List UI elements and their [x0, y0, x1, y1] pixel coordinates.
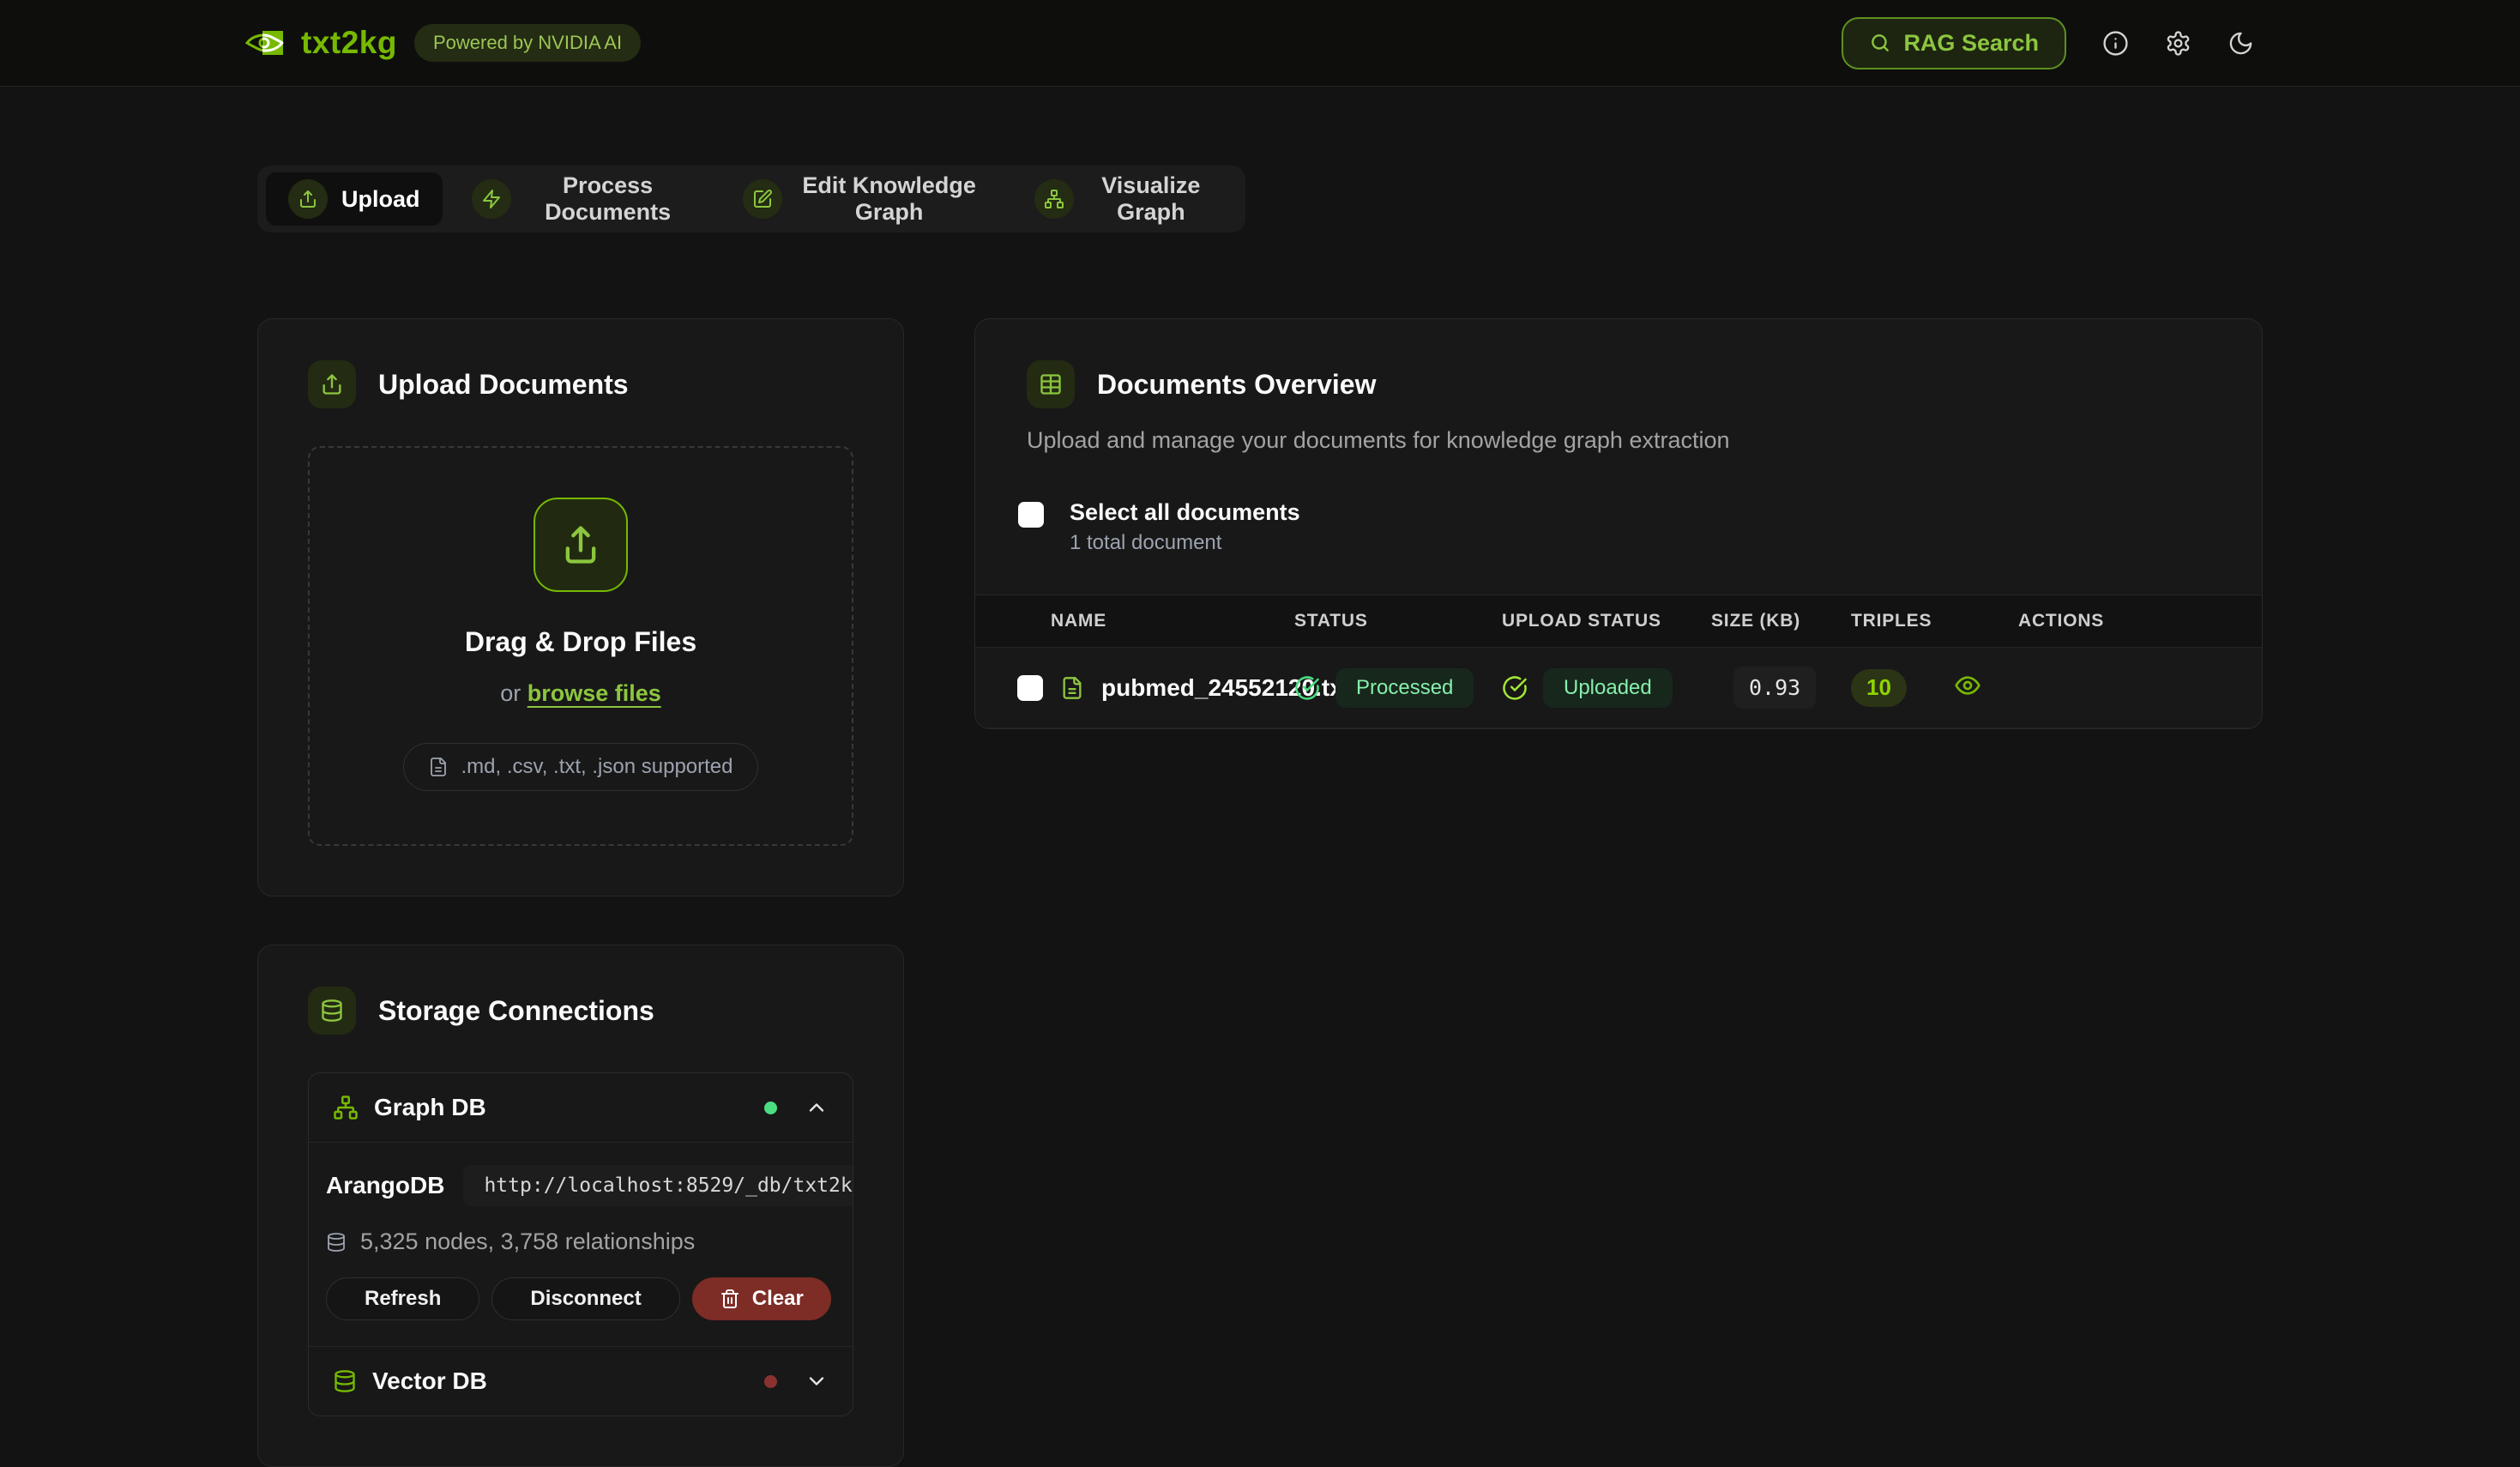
app-title: txt2kg [301, 25, 397, 61]
upload-status-badge: Uploaded [1543, 668, 1673, 708]
chevron-down-icon[interactable] [805, 1369, 829, 1393]
main-tabbar: Upload Process Documents Edit Knowledge … [257, 166, 1245, 232]
tab-upload[interactable]: Upload [266, 172, 443, 226]
check-circle-icon [1502, 675, 1528, 701]
browse-files-link[interactable]: browse files [528, 680, 661, 706]
theme-toggle-button[interactable] [2228, 30, 2254, 57]
row-checkbox[interactable] [1017, 675, 1043, 701]
info-icon [2102, 30, 2129, 57]
upload-icon [288, 179, 328, 219]
check-circle-icon [1294, 675, 1320, 701]
upload-documents-card: Upload Documents Drag & Drop Files or br… [257, 318, 904, 896]
column-size: SIZE (KB) [1711, 611, 1851, 631]
tab-process-documents-label: Process Documents [525, 172, 691, 226]
search-icon [1869, 32, 1891, 54]
column-name: NAME [975, 611, 1294, 631]
triples-count-badge: 10 [1851, 669, 1907, 707]
column-triples: TRIPLES [1851, 611, 1945, 631]
vector-db-section-header[interactable]: Vector DB [309, 1346, 853, 1416]
file-text-icon [1060, 676, 1084, 700]
dropzone-title: Drag & Drop Files [465, 626, 696, 658]
powered-by-badge: Powered by NVIDIA AI [414, 24, 641, 62]
clear-button[interactable]: Clear [692, 1277, 831, 1320]
supported-formats-pill: .md, .csv, .txt, .json supported [403, 743, 757, 791]
column-status: STATUS [1294, 611, 1502, 631]
view-document-button[interactable] [1954, 672, 1981, 699]
network-icon [1034, 179, 1074, 219]
settings-button[interactable] [2165, 30, 2191, 57]
documents-card-subtitle: Upload and manage your documents for kno… [1027, 427, 2210, 454]
upload-card-title: Upload Documents [378, 369, 629, 401]
top-header: txt2kg Powered by NVIDIA AI RAG Search [0, 0, 2520, 87]
size-value: 0.93 [1733, 667, 1816, 709]
database-small-icon [326, 1232, 347, 1253]
moon-icon [2228, 30, 2254, 57]
nvidia-logo-icon [244, 29, 284, 57]
storage-accordion: Graph DB ArangoDB http://localhost:852 [308, 1072, 853, 1416]
vector-db-label: Vector DB [372, 1367, 487, 1395]
eye-icon [1954, 672, 1981, 699]
edit-icon [743, 179, 782, 219]
graph-db-label: Graph DB [374, 1094, 486, 1121]
status-badge: Processed [1335, 668, 1474, 708]
tab-edit-knowledge-graph[interactable]: Edit Knowledge Graph [720, 172, 1005, 226]
disconnect-button[interactable]: Disconnect [491, 1277, 679, 1320]
column-upload-status: UPLOAD STATUS [1502, 611, 1711, 631]
file-text-icon [428, 757, 449, 777]
tab-upload-label: Upload [341, 186, 420, 213]
chevron-up-icon[interactable] [805, 1096, 829, 1120]
clear-button-label: Clear [752, 1287, 804, 1311]
graph-db-details: ArangoDB http://localhost:8529/_db/txt2k… [309, 1142, 853, 1346]
gear-icon [2165, 30, 2191, 57]
documents-card-title: Documents Overview [1097, 369, 1376, 401]
dropzone-upload-icon [534, 498, 628, 592]
total-documents-label: 1 total document [1070, 531, 1300, 555]
vector-db-status-dot [764, 1375, 777, 1388]
dropzone-subtext: or browse files [500, 680, 661, 707]
info-button[interactable] [2102, 30, 2129, 57]
upload-card-icon [308, 360, 356, 408]
supported-formats-text: .md, .csv, .txt, .json supported [461, 755, 732, 779]
column-actions: ACTIONS [1945, 611, 2262, 631]
tab-process-documents[interactable]: Process Documents [449, 172, 714, 226]
tab-visualize-graph[interactable]: Visualize Graph [1012, 172, 1237, 226]
main-content: Upload Documents Drag & Drop Files or br… [257, 318, 2263, 1467]
trash-icon [720, 1289, 740, 1309]
rag-search-label: RAG Search [1903, 30, 2039, 57]
storage-card-title: Storage Connections [378, 995, 654, 1027]
select-all-label: Select all documents [1070, 498, 1300, 526]
table-icon [1027, 360, 1075, 408]
zap-icon [472, 179, 511, 219]
brand: txt2kg Powered by NVIDIA AI [244, 24, 641, 62]
table-row: pubmed_24552120.txt Processed [975, 648, 2262, 728]
graph-db-status-dot [764, 1102, 777, 1114]
documents-overview-card: Documents Overview Upload and manage you… [974, 318, 2263, 729]
file-dropzone[interactable]: Drag & Drop Files or browse files .md, .… [308, 446, 853, 846]
documents-table: NAME STATUS UPLOAD STATUS SIZE (KB) TRIP… [975, 595, 2262, 728]
documents-table-header: NAME STATUS UPLOAD STATUS SIZE (KB) TRIP… [975, 595, 2262, 648]
storage-connections-card: Storage Connections Graph DB [257, 945, 904, 1467]
select-all-checkbox[interactable] [1018, 502, 1044, 528]
tab-visualize-graph-label: Visualize Graph [1088, 172, 1215, 226]
database-icon [308, 987, 356, 1035]
graph-network-icon [333, 1095, 359, 1120]
tab-edit-knowledge-graph-label: Edit Knowledge Graph [796, 172, 983, 226]
graph-db-url: http://localhost:8529/_db/txt2kg [463, 1165, 853, 1206]
vector-database-icon [333, 1369, 357, 1393]
graph-db-section-header[interactable]: Graph DB [309, 1073, 853, 1142]
graph-db-provider: ArangoDB [326, 1172, 444, 1199]
refresh-button[interactable]: Refresh [326, 1277, 479, 1320]
rag-search-button[interactable]: RAG Search [1842, 17, 2066, 69]
graph-db-stats: 5,325 nodes, 3,758 relationships [360, 1229, 695, 1255]
or-text: or [500, 680, 528, 706]
